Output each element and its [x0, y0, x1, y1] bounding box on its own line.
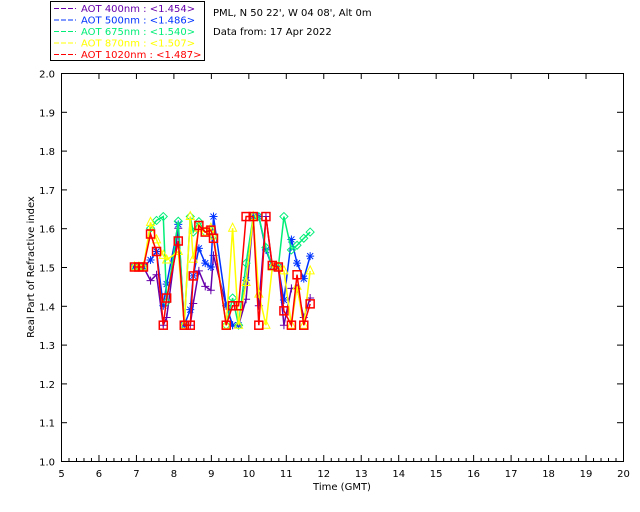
star-marker — [279, 295, 288, 304]
x-tick-label: 18 — [542, 469, 555, 480]
y-axis-label: Real Part of Refractive index — [26, 196, 37, 338]
star-marker — [293, 259, 302, 268]
y-tick-label: 1.2 — [39, 380, 55, 391]
x-tick-label: 11 — [280, 469, 293, 480]
axes: 5 6 7 8 9 10 11 12 13 14 15 16 17 18 19 20 1.0 1.1 1.2 1.3 1… — [39, 70, 630, 481]
legend-entry: AOT 400nm : <1.454> — [81, 4, 195, 15]
x-tick-label: 15 — [430, 469, 443, 480]
site-line: PML, N 50 22', W 04 08', Alt 0m — [213, 8, 372, 19]
y-tick-label: 1.4 — [39, 302, 55, 313]
y-tick-label: 1.8 — [39, 147, 55, 158]
star-marker — [186, 305, 195, 314]
x-tick-label: 19 — [580, 469, 593, 480]
y-tick-label: 1.6 — [39, 225, 55, 236]
y-tick-label: 1.5 — [39, 264, 55, 275]
x-tick-label: 9 — [208, 469, 214, 480]
x-tick-label: 10 — [242, 469, 255, 480]
y-tick-label: 2.0 — [39, 70, 55, 81]
y-tick-label: 1.7 — [39, 186, 55, 197]
star-marker — [209, 212, 218, 221]
y-tick-label: 1.3 — [39, 341, 55, 352]
y-tick-label: 1.1 — [39, 419, 55, 430]
x-tick-label: 8 — [171, 469, 177, 480]
x-tick-label: 7 — [133, 469, 139, 480]
legend-entry: AOT 500nm : <1.486> — [81, 16, 195, 27]
series-layer — [129, 210, 315, 330]
x-tick-label: 6 — [96, 469, 102, 480]
y-tick-label: 1.9 — [39, 108, 55, 119]
date-line: Data from: 17 Apr 2022 — [213, 27, 332, 38]
legend-entry: AOT 1020nm : <1.487> — [81, 50, 201, 61]
legend-entry: AOT 675nm : <1.540> — [81, 27, 195, 38]
y-tick-label: 1.0 — [39, 458, 55, 469]
x-axis-label: Time (GMT) — [312, 482, 371, 493]
x-tick-label: 5 — [58, 469, 64, 480]
star-marker — [201, 259, 210, 268]
star-marker — [306, 252, 315, 261]
x-tick-label: 17 — [505, 469, 518, 480]
x-tick-label: 14 — [392, 469, 405, 480]
x-tick-label: 16 — [467, 469, 480, 480]
x-tick-label: 20 — [617, 469, 630, 480]
x-tick-label: 13 — [355, 469, 368, 480]
star-marker — [206, 263, 215, 271]
refractive-index-chart: AOT 400nm : <1.454>AOT 500nm : <1.486>AO… — [26, 1, 630, 493]
x-tick-label: 12 — [317, 469, 330, 480]
legend-entry: AOT 870nm : <1.507> — [81, 39, 195, 50]
